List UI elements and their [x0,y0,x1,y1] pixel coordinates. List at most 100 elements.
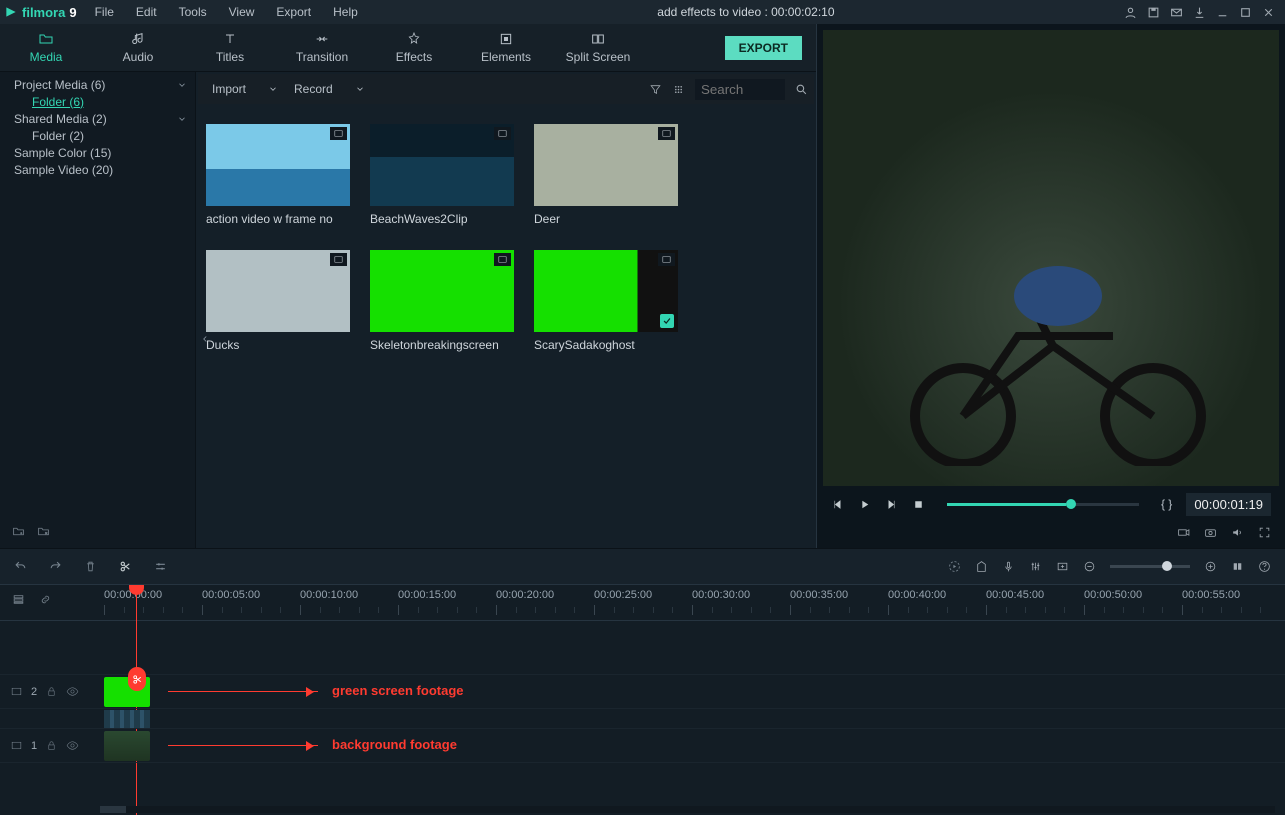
media-asset[interactable]: action video w frame no [206,124,350,226]
media-asset[interactable]: Deer [534,124,678,226]
video-track-1[interactable]: 1 background footage [0,729,1285,763]
track-manager-icon[interactable] [12,593,25,606]
tab-titles[interactable]: Titles [184,24,276,72]
new-folder-icon[interactable] [12,525,25,538]
timeline: 00:00:00:0000:00:05:0000:00:10:0000:00:1… [0,584,1285,815]
window-minimize-icon[interactable] [1216,6,1229,19]
video-track-2[interactable]: 2 green screen footage [0,675,1285,709]
tab-audio[interactable]: Audio [92,24,184,72]
audio-strip-2[interactable] [0,709,1285,729]
search-input[interactable] [695,79,785,100]
grid-view-icon[interactable] [672,83,685,96]
marker-icon[interactable] [975,560,988,573]
tree-item[interactable]: Sample Color (15) [0,144,195,161]
window-maximize-icon[interactable] [1239,6,1252,19]
app-version: 9 [69,5,76,20]
timeline-scrollbar[interactable] [100,806,1275,813]
split-handle-icon[interactable] [128,667,146,691]
export-button[interactable]: EXPORT [725,36,802,60]
delete-icon[interactable] [84,560,97,573]
account-icon[interactable] [1124,6,1137,19]
tab-media[interactable]: Media [0,24,92,72]
zoom-in-icon[interactable] [1204,560,1217,573]
asset-label: Ducks [206,338,350,352]
filmstrip-icon [494,127,511,140]
eye-icon[interactable] [66,685,79,698]
filter-icon[interactable] [649,83,662,96]
import-dropdown[interactable]: Import [212,82,288,96]
filmstrip-icon [658,253,675,266]
filmstrip-icon [10,685,23,698]
voiceover-icon[interactable] [1002,560,1015,573]
redo-icon[interactable] [49,560,62,573]
tab-transition[interactable]: Transition [276,24,368,72]
tree-item[interactable]: Folder (2) [0,127,195,144]
adjust-icon[interactable] [154,560,167,573]
render-icon[interactable] [948,560,961,573]
audio-icon [130,31,146,47]
tab-effects[interactable]: Effects [368,24,460,72]
mark-in-out-label[interactable]: { } [1161,497,1172,511]
audio-mixer-icon[interactable] [1029,560,1042,573]
ruler-tick: 00:00:20:00 [496,589,554,601]
prev-frame-icon[interactable] [831,498,844,511]
lock-icon[interactable] [45,739,58,752]
media-browser: Import Record action video w frame noBea… [196,72,816,548]
menu-view[interactable]: View [219,1,265,23]
quality-icon[interactable] [1177,526,1190,539]
eye-icon[interactable] [66,739,79,752]
media-icon [38,31,54,47]
document-title: add effects to video : 00:00:02:10 [368,5,1124,19]
split-icon[interactable] [119,560,132,573]
menu-help[interactable]: Help [323,1,368,23]
track-area: 2 green screen footage 1 background foot… [0,621,1285,803]
time-ruler[interactable]: 00:00:00:0000:00:05:0000:00:10:0000:00:1… [0,585,1285,621]
download-icon[interactable] [1193,6,1206,19]
tree-item[interactable]: Sample Video (20) [0,161,195,178]
media-asset[interactable]: Skeletonbreakingscreen [370,250,514,352]
zoom-fit-icon[interactable] [1231,560,1244,573]
media-asset[interactable]: BeachWaves2Clip [370,124,514,226]
tab-split-screen[interactable]: Split Screen [552,24,644,72]
annotation-background: background footage [332,737,457,752]
menu-tools[interactable]: Tools [169,1,217,23]
chevron-down-icon [355,84,365,94]
zoom-out-icon[interactable] [1083,560,1096,573]
clip-background[interactable] [104,731,150,761]
preview-scrubber[interactable] [947,503,1139,506]
link-icon[interactable] [39,593,52,606]
add-media-icon[interactable] [1056,560,1069,573]
tree-item[interactable]: Folder (6) [0,93,195,110]
snapshot-icon[interactable] [1204,526,1217,539]
menu-export[interactable]: Export [266,1,321,23]
menu-file[interactable]: File [85,1,124,23]
volume-icon[interactable] [1231,526,1244,539]
main-tabs: MediaAudioTitlesTransitionEffectsElement… [0,24,816,72]
record-dropdown[interactable]: Record [294,82,375,96]
help-icon[interactable] [1258,560,1271,573]
fullscreen-icon[interactable] [1258,526,1271,539]
tree-item[interactable]: Project Media (6) [0,76,195,93]
preview-viewport[interactable] [823,30,1279,486]
window-close-icon[interactable] [1262,6,1275,19]
menu-edit[interactable]: Edit [126,1,167,23]
ruler-tick: 00:00:25:00 [594,589,652,601]
tab-elements[interactable]: Elements [460,24,552,72]
ruler-tick: 00:00:55:00 [1182,589,1240,601]
stop-icon[interactable] [912,498,925,511]
save-icon[interactable] [1147,6,1160,19]
remove-folder-icon[interactable] [37,525,50,538]
lock-icon[interactable] [45,685,58,698]
search-icon[interactable] [795,83,808,96]
media-asset[interactable]: Ducks [206,250,350,352]
preview-timecode: 00:00:01:19 [1186,493,1271,516]
play-icon[interactable] [858,498,871,511]
undo-icon[interactable] [14,560,27,573]
mail-icon[interactable] [1170,6,1183,19]
media-asset[interactable]: ScarySadakoghost [534,250,678,352]
next-frame-icon[interactable] [885,498,898,511]
zoom-slider[interactable] [1110,565,1190,568]
tree-item[interactable]: Shared Media (2) [0,110,195,127]
media-grid: action video w frame noBeachWaves2ClipDe… [196,104,816,372]
collapse-tree-icon[interactable] [200,334,210,344]
